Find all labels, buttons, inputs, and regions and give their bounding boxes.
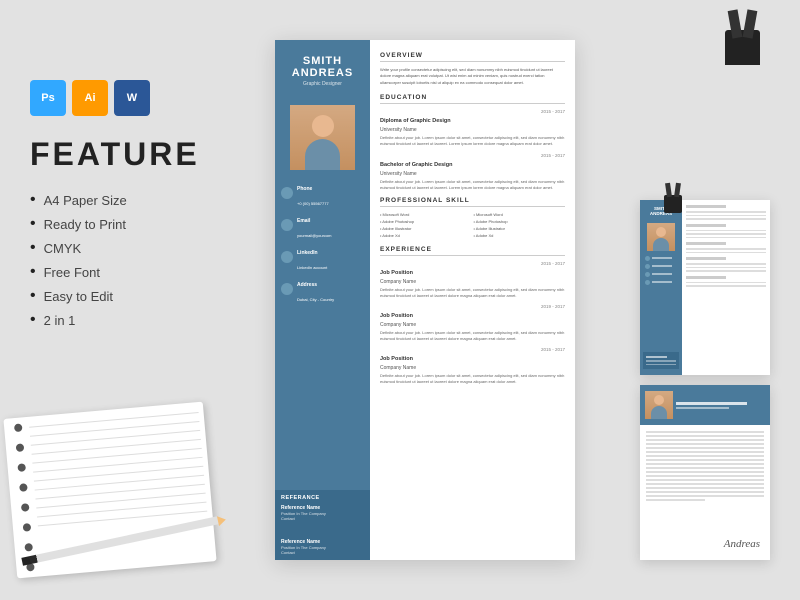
resume-card: SMITH ANDREAS Graphic Designer Phone +0 … (275, 40, 575, 560)
letter-photo (645, 391, 673, 419)
education-item-1: Diploma of Graphic Design 2015 - 2017 Un… (380, 109, 565, 147)
binder-clip-mini (664, 195, 682, 213)
feature-title: FEATURE (30, 136, 250, 173)
linkedin-icon (281, 251, 293, 263)
resume-firstname: SMITH (292, 55, 353, 67)
overview-title: OVERVIEW (380, 52, 565, 62)
education-title: EDUCATION (380, 94, 565, 104)
feature-list: A4 Paper Size Ready to Print CMYK Free F… (30, 191, 250, 329)
illustrator-icon: Ai (72, 80, 108, 116)
skills-grid: Microsoft Word Microsoft Word Adobe Phot… (380, 212, 565, 238)
education-item-2: Bachelor of Graphic Design 2015 - 2017 U… (380, 153, 565, 191)
experience-title: EXPERIENCE (380, 246, 565, 256)
mini-main (682, 200, 770, 375)
software-icons: Ps Ai W (30, 80, 250, 116)
phone-icon (281, 187, 293, 199)
address-icon (281, 283, 293, 295)
mini-resume-wrapper: SMITHANDREAS (640, 200, 770, 375)
signature: Andreas (724, 538, 760, 550)
contact-email: Email yourmail@yourcom (281, 218, 364, 242)
mini-cards: SMITHANDREAS (640, 200, 770, 560)
notebook (3, 402, 216, 579)
resume-jobtitle: Graphic Designer (292, 81, 353, 87)
skills-title: PROFESSIONAL SKILL (380, 197, 565, 207)
photoshop-icon: Ps (30, 80, 66, 116)
letter-card: Andreas (640, 385, 770, 560)
reference-section: REFERANCE Reference Name Position In The… (275, 490, 370, 560)
letter-body (640, 425, 770, 509)
mini-photo (647, 223, 675, 251)
overview-text: Write your profile consectetur adipiscin… (380, 67, 565, 86)
binder-clip-top-right (725, 30, 760, 80)
contact-address: Address Dubai, City - Country (281, 282, 364, 306)
experience-item-2: Job Position 2019 - 2017 Company Name De… (380, 304, 565, 342)
mini-sidebar: SMITHANDREAS (640, 200, 682, 375)
experience-item-3: Job Position 2015 - 2017 Company Name De… (380, 347, 565, 385)
resume-name-block: SMITH ANDREAS Graphic Designer (284, 55, 361, 97)
contact-section: Phone +0 (00) 55567777 Email yourmail@yo… (275, 178, 370, 490)
resume-photo (290, 105, 355, 170)
resume-lastname: ANDREAS (292, 67, 353, 79)
contact-phone: Phone +0 (00) 55567777 (281, 186, 364, 210)
experience-item-1: Job Position 2015 - 2017 Company Name De… (380, 261, 565, 299)
feature-panel: Ps Ai W FEATURE A4 Paper Size Ready to P… (30, 80, 250, 335)
mini-contact (643, 254, 679, 290)
letter-header (640, 385, 770, 425)
contact-linkedin: LinkedIn LinkedIn account (281, 250, 364, 274)
feature-item-6: 2 in 1 (30, 311, 250, 329)
email-icon (281, 219, 293, 231)
feature-item-3: CMYK (30, 239, 250, 257)
resume-sidebar: SMITH ANDREAS Graphic Designer Phone +0 … (275, 40, 370, 560)
mini-resume-card: SMITHANDREAS (640, 200, 770, 375)
feature-item-2: Ready to Print (30, 215, 250, 233)
feature-item-4: Free Font (30, 263, 250, 281)
resume-main-content: OVERVIEW Write your profile consectetur … (370, 40, 575, 560)
feature-item-1: A4 Paper Size (30, 191, 250, 209)
word-icon: W (114, 80, 150, 116)
feature-item-5: Easy to Edit (30, 287, 250, 305)
reference-title: REFERANCE (281, 495, 364, 501)
